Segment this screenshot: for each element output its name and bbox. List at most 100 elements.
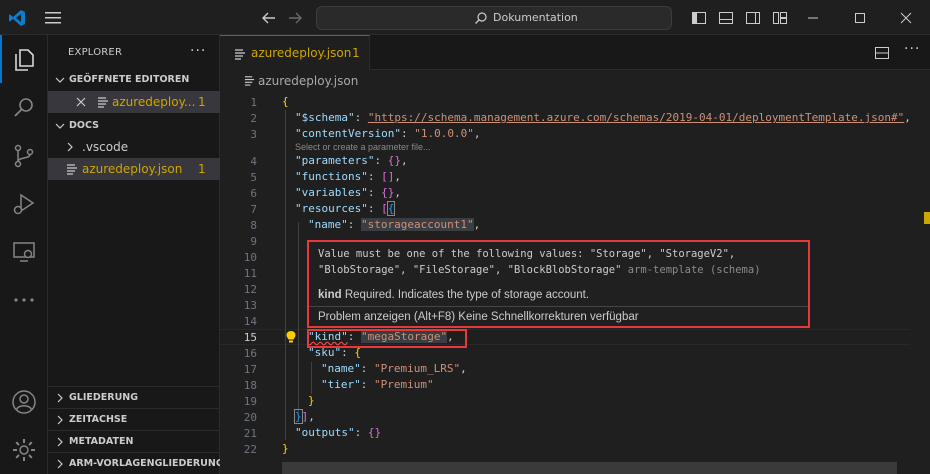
name-value: "storageaccount1" xyxy=(361,218,474,231)
vscode-logo-icon[interactable] xyxy=(8,9,26,27)
run-debug-activity[interactable] xyxy=(0,179,48,227)
editor-more-actions[interactable]: ··· xyxy=(904,41,920,57)
code-line: "outputs": {} xyxy=(295,426,382,439)
content-version-value: "1.0.0.0" xyxy=(414,127,474,140)
hover-allowed-values-cont: "BlobStorage", "FileStorage", "BlockBlob… xyxy=(318,264,761,276)
file-problem-count: 1 xyxy=(198,162,206,176)
minimize-icon[interactable] xyxy=(803,8,823,28)
line-number: 2 xyxy=(250,112,257,125)
explorer-activity[interactable] xyxy=(0,35,48,83)
timeline-section[interactable]: ZEITACHSE xyxy=(48,408,220,430)
run-debug-icon xyxy=(13,193,35,215)
kind-highlight-box xyxy=(307,329,467,348)
code-line: "tier": "Premium" xyxy=(321,378,434,391)
chevron-right-icon xyxy=(57,437,63,447)
editor-tabs: azuredeploy.json 1 ··· xyxy=(220,35,930,70)
schema-link[interactable]: "https://schema.management.azure.com/sch… xyxy=(368,111,904,124)
source-control-activity[interactable] xyxy=(0,131,48,179)
arm-outline-section[interactable]: ARM-VORLAGENGLIEDERUNG xyxy=(48,452,224,474)
line-number: 13 xyxy=(243,299,257,312)
remote-explorer-activity[interactable] xyxy=(0,227,48,275)
explorer-sidebar: EXPLORER ··· GEÖFFNETE EDITOREN azuredep… xyxy=(48,35,224,474)
line-number: 6 xyxy=(250,187,257,200)
parameters-key: "parameters" xyxy=(295,154,375,167)
tab-azuredeploy[interactable]: azuredeploy.json 1 xyxy=(220,35,370,70)
sidebar-more-actions[interactable]: ··· xyxy=(190,43,206,59)
hover-description: kind Required. Indicates the type of sto… xyxy=(318,289,589,301)
sidebar-title: EXPLORER xyxy=(68,47,123,58)
line-number: 5 xyxy=(250,171,257,184)
command-center-search[interactable]: Dokumentation xyxy=(316,6,672,30)
close-window-icon[interactable] xyxy=(896,8,916,28)
chevron-right-icon xyxy=(57,393,63,403)
breadcrumb: azuredeploy.json xyxy=(220,70,930,92)
search-icon xyxy=(14,98,33,117)
close-editor-icon[interactable] xyxy=(76,97,86,107)
variables-key: "variables" xyxy=(295,186,368,199)
indent-guide xyxy=(298,222,299,412)
tier-key: "tier" xyxy=(321,378,361,391)
account-icon xyxy=(12,390,36,414)
indent-guide xyxy=(285,110,286,440)
line-number: 9 xyxy=(250,235,257,248)
line-number: 3 xyxy=(250,128,257,141)
lightbulb-icon[interactable] xyxy=(285,330,297,344)
open-editor-item[interactable]: azuredeploy... 1 xyxy=(48,91,220,113)
breadcrumb-file[interactable]: azuredeploy.json xyxy=(258,74,358,88)
hamburger-menu-icon[interactable] xyxy=(44,11,62,25)
chevron-right-icon xyxy=(57,415,63,425)
maximize-icon[interactable] xyxy=(850,8,870,28)
line-number: 19 xyxy=(243,395,257,408)
metadata-section[interactable]: METADATEN xyxy=(48,430,220,452)
line-number: 15 xyxy=(243,331,257,344)
line-number: 18 xyxy=(243,379,257,392)
search-activity[interactable] xyxy=(0,83,48,131)
toggle-primary-sidebar-icon[interactable] xyxy=(691,10,707,26)
search-icon xyxy=(475,12,487,24)
outline-section[interactable]: GLIEDERUNG xyxy=(48,386,220,408)
name-key: "name" xyxy=(308,218,348,231)
code-line: "functions": [], xyxy=(295,170,401,183)
code-line: "name": "storageaccount1", xyxy=(308,218,481,231)
sku-name-value: "Premium_LRS" xyxy=(374,362,461,375)
functions-key: "functions" xyxy=(295,170,368,183)
line-number: 16 xyxy=(243,347,257,360)
toggle-panel-icon[interactable] xyxy=(718,10,734,26)
warning-ruler-mark xyxy=(924,212,930,224)
customize-layout-icon[interactable] xyxy=(772,10,788,26)
line-number: 1 xyxy=(250,96,257,109)
line-number: 10 xyxy=(243,251,257,264)
arrow-left-icon[interactable] xyxy=(260,9,278,27)
docs-folder-section[interactable]: DOCS xyxy=(48,115,220,137)
code-line: "parameters": {}, xyxy=(295,154,408,167)
chevron-right-icon xyxy=(67,142,73,152)
horizontal-scrollbar[interactable] xyxy=(282,462,897,474)
code-line: { xyxy=(282,95,289,108)
split-editor-icon[interactable] xyxy=(874,45,890,61)
arrow-right-icon[interactable] xyxy=(286,9,304,27)
file-item-azuredeploy[interactable]: azuredeploy.json 1 xyxy=(48,158,220,180)
tab-problem-count: 1 xyxy=(352,46,360,60)
more-activity[interactable] xyxy=(0,275,48,323)
line-number: 12 xyxy=(243,283,257,296)
arm-outline-label: ARM-VORLAGENGLIEDERUNG xyxy=(69,458,224,469)
vscode-folder-item[interactable]: .vscode xyxy=(48,136,220,158)
code-line: "variables": {}, xyxy=(295,186,401,199)
accounts-activity[interactable] xyxy=(0,377,48,425)
hover-actions[interactable]: Problem anzeigen (Alt+F8) Keine Schnellk… xyxy=(318,311,639,323)
open-editor-problem-count: 1 xyxy=(198,95,206,109)
code-line: } xyxy=(308,394,315,407)
parameter-file-codelens[interactable]: Select or create a parameter file... xyxy=(295,142,431,152)
code-line: "contentVersion": "1.0.0.0", xyxy=(295,127,481,140)
chevron-down-icon xyxy=(55,77,65,83)
remote-explorer-icon xyxy=(13,242,35,262)
schema-key: "$schema" xyxy=(295,111,355,124)
open-editors-section[interactable]: GEÖFFNETE EDITOREN xyxy=(48,69,220,91)
line-number: 14 xyxy=(243,315,257,328)
manage-activity[interactable] xyxy=(0,425,48,473)
json-file-icon xyxy=(244,76,255,86)
line-number: 22 xyxy=(243,443,257,456)
toggle-secondary-sidebar-icon[interactable] xyxy=(745,10,761,26)
hover-source: arm-template (schema) xyxy=(627,264,761,276)
json-file-icon xyxy=(235,49,245,60)
